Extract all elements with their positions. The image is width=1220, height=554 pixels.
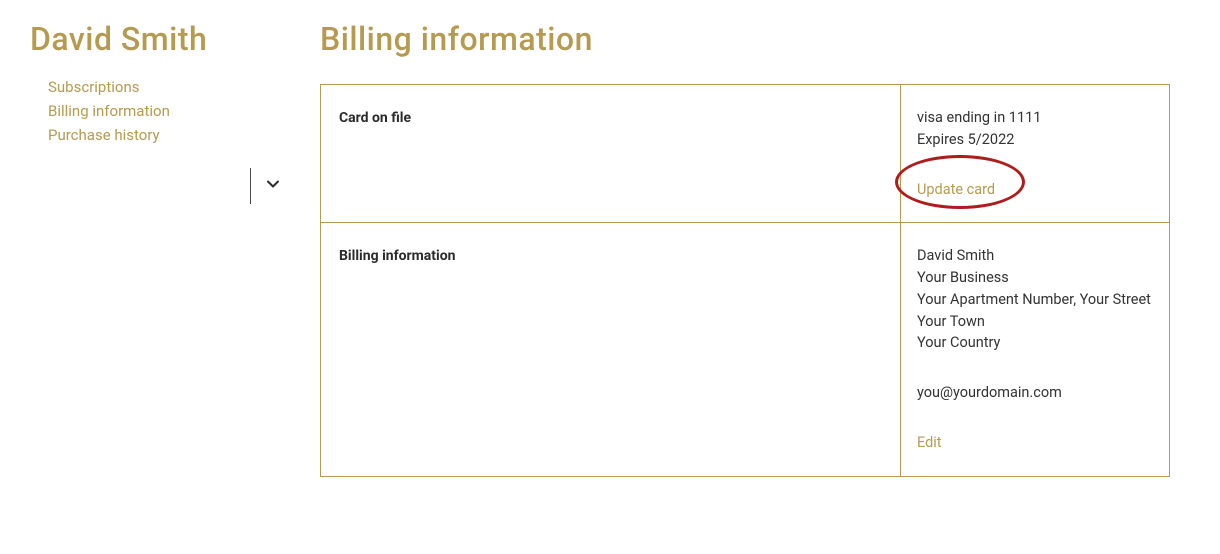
card-label: Card on file [339,110,411,126]
billing-business: Your Business [917,267,1153,289]
sidebar-link-purchase-history[interactable]: Purchase history [48,126,290,144]
billing-value-cell: David Smith Your Business Your Apartment… [901,223,1169,475]
expand-control [250,168,290,204]
billing-town: Your Town [917,311,1153,333]
update-card-link[interactable]: Update card [917,179,995,201]
card-description-line2: Expires 5/2022 [917,129,1153,151]
main-content: Billing information Card on file visa en… [320,20,1190,477]
page-title: Billing information [320,20,1190,58]
billing-row: Billing information David Smith Your Bus… [321,223,1169,475]
sidebar-nav: Subscriptions Billing information Purcha… [30,78,290,144]
sidebar-link-subscriptions[interactable]: Subscriptions [48,78,290,96]
billing-email: you@yourdomain.com [917,382,1153,404]
card-value-cell: visa ending in 1111 Expires 5/2022 Updat… [901,85,1169,222]
billing-street: Your Apartment Number, Your Street [917,289,1153,311]
divider [250,168,251,204]
info-table: Card on file visa ending in 1111 Expires… [320,84,1170,477]
billing-name: David Smith [917,245,1153,267]
card-description-line1: visa ending in 1111 [917,107,1153,129]
card-label-cell: Card on file [321,85,901,222]
billing-country: Your Country [917,332,1153,354]
edit-billing-link[interactable]: Edit [917,432,942,454]
billing-label: Billing information [339,248,455,264]
card-row: Card on file visa ending in 1111 Expires… [321,85,1169,223]
user-name-title: David Smith [30,20,290,58]
sidebar: David Smith Subscriptions Billing inform… [30,20,290,477]
sidebar-link-billing[interactable]: Billing information [48,102,290,120]
billing-label-cell: Billing information [321,223,901,475]
chevron-down-icon[interactable] [265,176,281,196]
